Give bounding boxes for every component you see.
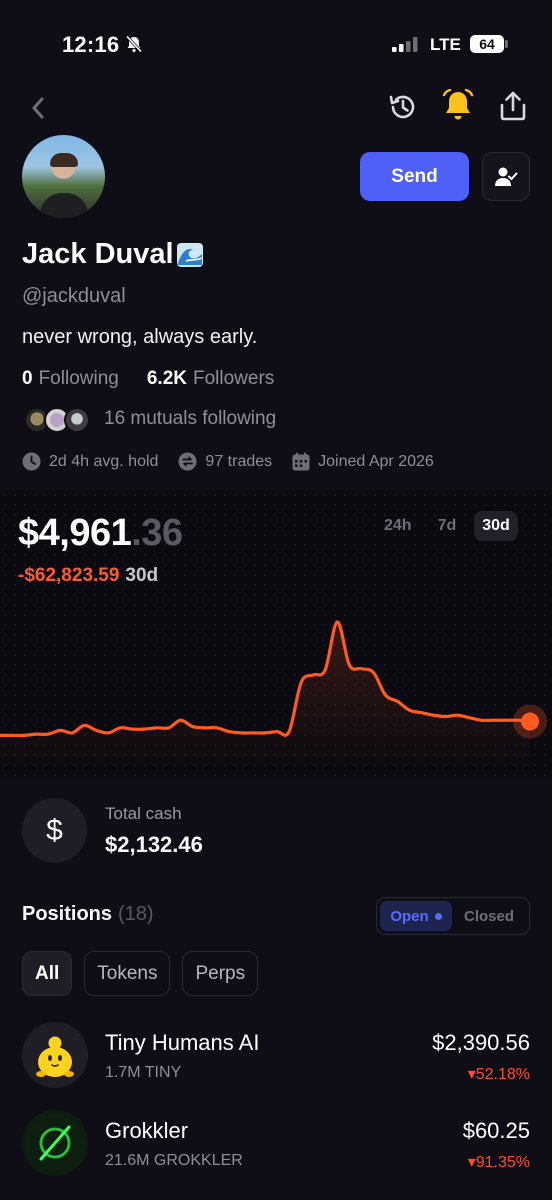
following-label[interactable]: Following: [39, 368, 119, 390]
chart-endpoint-dot: [521, 712, 539, 731]
chart-area: [0, 621, 530, 770]
swap-icon: [178, 452, 197, 471]
share-icon: [500, 91, 526, 121]
position-amount: 1.7M TINY: [105, 1064, 182, 1081]
position-change: ▾52.18%: [468, 1064, 530, 1084]
avg-hold-stat: 2d 4h avg. hold: [22, 452, 158, 471]
profile-name: Jack Duval: [22, 238, 204, 271]
avatar-shirt: [40, 193, 88, 218]
status-time: 12:16: [62, 32, 120, 57]
position-change-value: 91.35%: [475, 1154, 530, 1171]
range-tab-24h[interactable]: 24h: [376, 511, 420, 541]
avatar-hair: [50, 153, 78, 167]
tiny-humans-token-icon: [22, 1022, 88, 1088]
down-triangle-icon: ▾: [467, 1154, 476, 1171]
toggle-open[interactable]: Open: [380, 901, 452, 931]
position-name: Tiny Humans AI: [105, 1030, 260, 1055]
filter-tokens[interactable]: Tokens: [84, 951, 171, 996]
grokkler-token-icon: [22, 1110, 88, 1176]
range-tabs: 24h 7d 30d: [376, 511, 518, 541]
signal-icon: [392, 37, 418, 52]
mutuals-row[interactable]: 16 mutuals following: [22, 402, 276, 436]
portfolio-change: -$62,823.59 30d: [18, 565, 158, 587]
portfolio-line-chart[interactable]: [0, 600, 552, 770]
position-name: Grokkler: [105, 1118, 189, 1143]
follow-stats: 0 Following 6.2K Followers: [22, 368, 274, 390]
following-count[interactable]: 0: [22, 368, 33, 390]
open-dot-icon: [434, 912, 442, 920]
position-value: $60.25: [462, 1118, 530, 1143]
send-button[interactable]: Send: [360, 152, 469, 201]
chevron-left-icon: [32, 97, 44, 119]
status-bar: 12:16 LTE 64: [0, 0, 552, 90]
trader-stats: 2d 4h avg. hold 97 trades Joined Apr 202…: [22, 452, 454, 471]
position-value: $2,390.56: [432, 1030, 530, 1055]
position-change: ▾91.35%: [468, 1152, 530, 1172]
filter-perps[interactable]: Perps: [182, 951, 259, 996]
positions-title-text: Positions: [22, 903, 113, 925]
positions-title: Positions (18): [22, 903, 154, 926]
avg-hold-text: 2d 4h avg. hold: [49, 452, 159, 470]
wave-emoji-icon: [176, 242, 203, 267]
open-closed-toggle: Open Closed: [376, 897, 530, 935]
position-row[interactable]: Grokkler 21.6M GROKKLER $60.25 ▾91.35%: [22, 1110, 530, 1176]
network-type: LTE: [430, 35, 461, 54]
joined-text: Joined Apr 2026: [318, 452, 434, 470]
profile-handle: @jackduval: [22, 285, 126, 307]
range-tab-30d[interactable]: 30d: [474, 511, 518, 541]
history-button[interactable]: [386, 90, 420, 124]
mutual-avatars: [22, 405, 92, 433]
joined-stat: Joined Apr 2026: [292, 452, 434, 471]
position-change-value: 52.18%: [475, 1066, 530, 1083]
portfolio-balance: $4,961.36: [18, 512, 183, 555]
back-button[interactable]: [20, 92, 56, 124]
profile-name-text: Jack Duval: [22, 238, 174, 270]
down-triangle-icon: ▾: [467, 1066, 476, 1083]
filter-all[interactable]: All: [22, 951, 73, 996]
profile-bio: never wrong, always early.: [22, 326, 258, 348]
toggle-closed[interactable]: Closed: [452, 908, 526, 925]
clock-icon: [22, 452, 41, 471]
history-icon: [389, 95, 415, 119]
bell-icon: [442, 89, 474, 120]
trades-text: 97 trades: [205, 452, 273, 470]
change-period: 30d: [125, 565, 159, 586]
balance-cents: .36: [131, 512, 183, 554]
balance-main: $4,961: [18, 512, 132, 554]
bell-off-icon: [125, 35, 143, 53]
position-filters: All Tokens Perps: [22, 951, 259, 996]
cash-label: Total cash: [105, 804, 182, 823]
share-button[interactable]: [496, 88, 530, 124]
positions-count: (18): [118, 903, 154, 925]
change-value: -$62,823.59: [18, 565, 120, 586]
calendar-icon: [292, 452, 310, 471]
battery-tip: [505, 40, 508, 48]
mutuals-text: 16 mutuals following: [104, 408, 277, 429]
cash-dollar-icon: $: [22, 798, 87, 863]
profile-avatar[interactable]: [22, 135, 105, 218]
notifications-button[interactable]: [440, 88, 476, 124]
user-check-icon: [495, 167, 518, 186]
trades-stat: 97 trades: [178, 452, 272, 471]
toggle-open-label: Open: [390, 907, 429, 925]
followers-label[interactable]: Followers: [193, 368, 274, 390]
followers-count[interactable]: 6.2K: [147, 368, 187, 390]
position-amount: 21.6M GROKKLER: [105, 1152, 243, 1169]
position-row[interactable]: Tiny Humans AI 1.7M TINY $2,390.56 ▾52.1…: [22, 1022, 530, 1088]
cash-value: $2,132.46: [105, 832, 203, 857]
mutual-avatar: [64, 407, 90, 433]
follow-button[interactable]: [482, 152, 530, 201]
range-tab-7d[interactable]: 7d: [430, 511, 465, 541]
battery-icon: 64: [470, 35, 504, 53]
